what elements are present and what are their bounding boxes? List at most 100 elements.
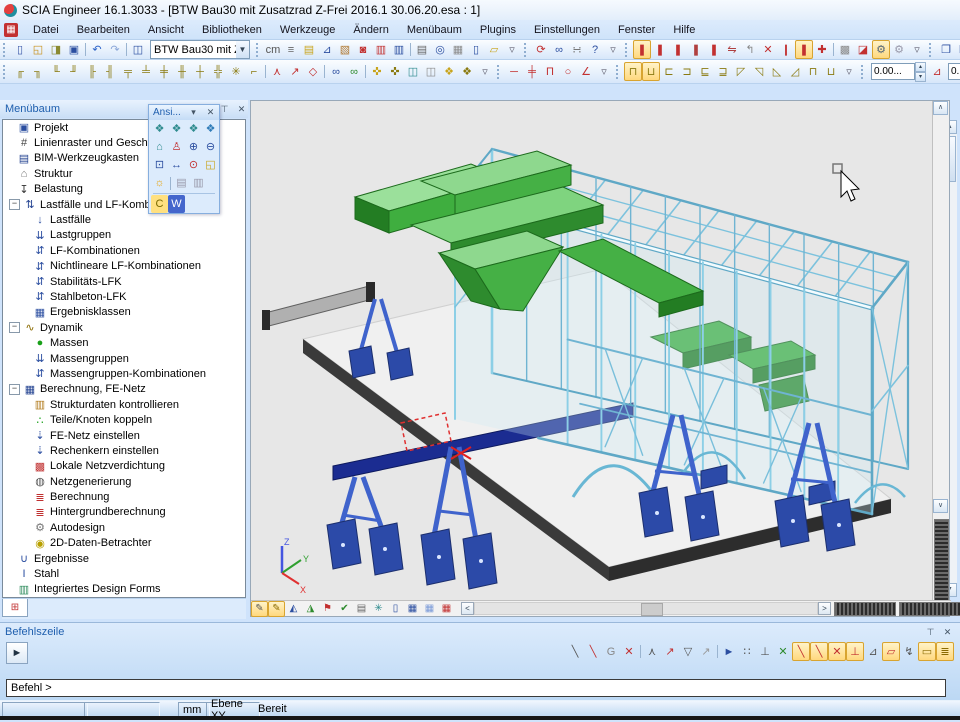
overflow-chevron-icon[interactable]: ▿ [595, 62, 613, 81]
menu-item-fenster[interactable]: Fenster [609, 22, 664, 38]
toolbar-grip[interactable] [616, 65, 621, 79]
tree-item[interactable]: ∪Ergebnisse [3, 551, 245, 566]
activity-current-icon[interactable]: ❚ [705, 40, 723, 59]
tree-item[interactable]: ⇣FE-Netz einstellen [3, 428, 245, 443]
rotate-wheel-vertical[interactable] [934, 519, 949, 603]
view-axon-icon[interactable]: ❖ [151, 120, 168, 138]
activity-all-icon[interactable]: ❚ [795, 40, 813, 59]
link-nodes-icon[interactable]: ∞ [327, 62, 345, 81]
tree-item[interactable]: ▦Ergebnisklassen [3, 305, 245, 320]
open-file-icon[interactable]: ◱ [29, 40, 47, 59]
point-icon[interactable]: ✳ [227, 62, 245, 81]
snap-off-icon[interactable]: ✕ [774, 642, 792, 661]
snap-face-icon[interactable]: ▽ [679, 642, 697, 661]
activity-clip-icon[interactable]: ↰ [741, 40, 759, 59]
activity-layer-icon[interactable]: ❚ [633, 40, 651, 59]
link-members-icon[interactable]: ∞ [345, 62, 363, 81]
menubaum-tab[interactable]: ⊞ [2, 599, 28, 617]
coordinate-spinner-value[interactable]: 0.00... [871, 63, 915, 80]
menu-item-hilfe[interactable]: Hilfe [664, 22, 704, 38]
menu-item-werkzeuge[interactable]: Werkzeuge [271, 22, 344, 38]
activity-invert-icon[interactable]: ⇋ [723, 40, 741, 59]
step-spinner[interactable]: 0.1 ▴▾ [948, 63, 960, 80]
tree-item[interactable]: ⇵Massengruppen-Kombinationen [3, 366, 245, 381]
support-wall-icon[interactable]: ⊓ [804, 62, 822, 81]
hinge-start-icon[interactable]: ⊑ [696, 62, 714, 81]
overflow-chevron-icon[interactable]: ▿ [476, 62, 494, 81]
disconnect-members-icon[interactable]: ✜ [386, 62, 404, 81]
tree-item[interactable]: ≣Berechnung [3, 489, 245, 504]
expander-minus-icon[interactable]: − [9, 322, 20, 333]
labels-check-icon[interactable]: ✔ [336, 601, 353, 617]
trim-members-icon[interactable]: ❖ [458, 62, 476, 81]
opening-icon[interactable]: ╤ [119, 62, 137, 81]
toolbar-grip[interactable] [861, 65, 866, 79]
new-window-icon[interactable]: ❐ [937, 40, 955, 59]
section-icon[interactable]: ╫ [173, 62, 191, 81]
scroll-right-icon[interactable]: > [818, 602, 831, 615]
render-icon[interactable]: ▤ [173, 174, 190, 192]
units-icon[interactable]: cm [264, 40, 282, 59]
scroll-up-icon[interactable]: ∧ [933, 101, 948, 115]
redo-icon[interactable]: ↷ [106, 40, 124, 59]
activity-off-icon[interactable]: ✕ [759, 40, 777, 59]
wall-icon[interactable]: ╬ [209, 62, 227, 81]
tree-item[interactable]: IStahl [3, 566, 245, 581]
column-icon[interactable]: ╖ [29, 62, 47, 81]
snap-polar-icon[interactable]: ↯ [900, 642, 918, 661]
tree-item[interactable]: −∿Dynamik [3, 320, 245, 335]
toolbar-grip[interactable] [524, 43, 529, 57]
snap-grid-g-icon[interactable]: G [602, 642, 620, 661]
expander-minus-icon[interactable]: − [9, 384, 20, 395]
activity-lock-icon[interactable]: ❚ [687, 40, 705, 59]
draw-polygon-icon[interactable]: Π [541, 62, 559, 81]
shading-icon[interactable]: ◭ [285, 601, 302, 617]
help-what-icon[interactable]: ? [586, 40, 604, 59]
snap-settings-icon[interactable]: ▭ [918, 642, 936, 661]
snap-ortho-icon[interactable]: ▱ [882, 642, 900, 661]
view-manager-icon[interactable]: ◱ [202, 156, 219, 174]
support-point-icon[interactable]: ◿ [786, 62, 804, 81]
new-file-icon[interactable]: ▯ [11, 40, 29, 59]
draw-angle-icon[interactable]: ∠ [577, 62, 595, 81]
fast-draw-icon[interactable]: ✎ [251, 601, 268, 617]
menu-item-ändern[interactable]: Ändern [344, 22, 397, 38]
view-xz-icon[interactable]: ❖ [168, 120, 185, 138]
gear-wheel-icon[interactable]: ◙ [354, 40, 372, 59]
menu-item-bearbeiten[interactable]: Bearbeiten [68, 22, 139, 38]
activity-selection-icon[interactable]: ❚ [651, 40, 669, 59]
light-icon[interactable]: ☼ [151, 174, 168, 192]
tree-item[interactable]: ⇵Stahlbeton-LFK [3, 289, 245, 304]
tree-item[interactable]: ⇵Stabilitäts-LFK [3, 274, 245, 289]
tree-item[interactable]: ▥Integriertes Design Forms [3, 582, 245, 597]
cursor-select-icon[interactable]: ► [720, 642, 738, 661]
draw-rect-icon[interactable]: ╪ [523, 62, 541, 81]
node-icon[interactable]: ╧ [137, 62, 155, 81]
layers-icon[interactable]: ≡ [282, 40, 300, 59]
snap-list-icon[interactable]: ≣ [936, 642, 954, 661]
support-slab-icon[interactable]: ⊔ [822, 62, 840, 81]
tree-item[interactable]: ⇣Rechenkern einstellen [3, 443, 245, 458]
axes-icon[interactable]: ✳ [370, 601, 387, 617]
connect-members-icon[interactable]: ✜ [368, 62, 386, 81]
save-all-icon[interactable]: ◨ [47, 40, 65, 59]
zoom-window-icon[interactable]: ⊡ [151, 156, 168, 174]
close-icon[interactable]: ✕ [235, 104, 248, 115]
tree-item[interactable]: ⇵LF-Kombinationen [3, 243, 245, 258]
coordinate-spinner[interactable]: 0.00... ▴▾ [871, 63, 926, 80]
rigid-arm-icon[interactable]: ◇ [304, 62, 322, 81]
beam-icon[interactable]: ╓ [11, 62, 29, 81]
move-crosshair-icon[interactable]: ✚ [813, 40, 831, 59]
rotate-view-icon[interactable]: ⟳ [532, 40, 550, 59]
scroll-down-icon[interactable]: ∨ [933, 499, 948, 513]
view-palette-header[interactable]: Ansi... ▾ ✕ [149, 105, 219, 120]
support-hinged-icon[interactable]: ⊔ [642, 62, 660, 81]
save-view-icon[interactable]: ▩ [836, 40, 854, 59]
toolbar-grip[interactable] [3, 65, 8, 79]
draw-circle-icon[interactable]: ○ [559, 62, 577, 81]
walk-mode-icon[interactable]: ♙ [168, 138, 185, 156]
tree-item[interactable]: ⇊Lastgruppen [3, 228, 245, 243]
align-icon[interactable]: ◫ [422, 62, 440, 81]
load-view-icon[interactable]: ◪ [854, 40, 872, 59]
overflow-chevron-icon[interactable]: ▿ [604, 40, 622, 59]
